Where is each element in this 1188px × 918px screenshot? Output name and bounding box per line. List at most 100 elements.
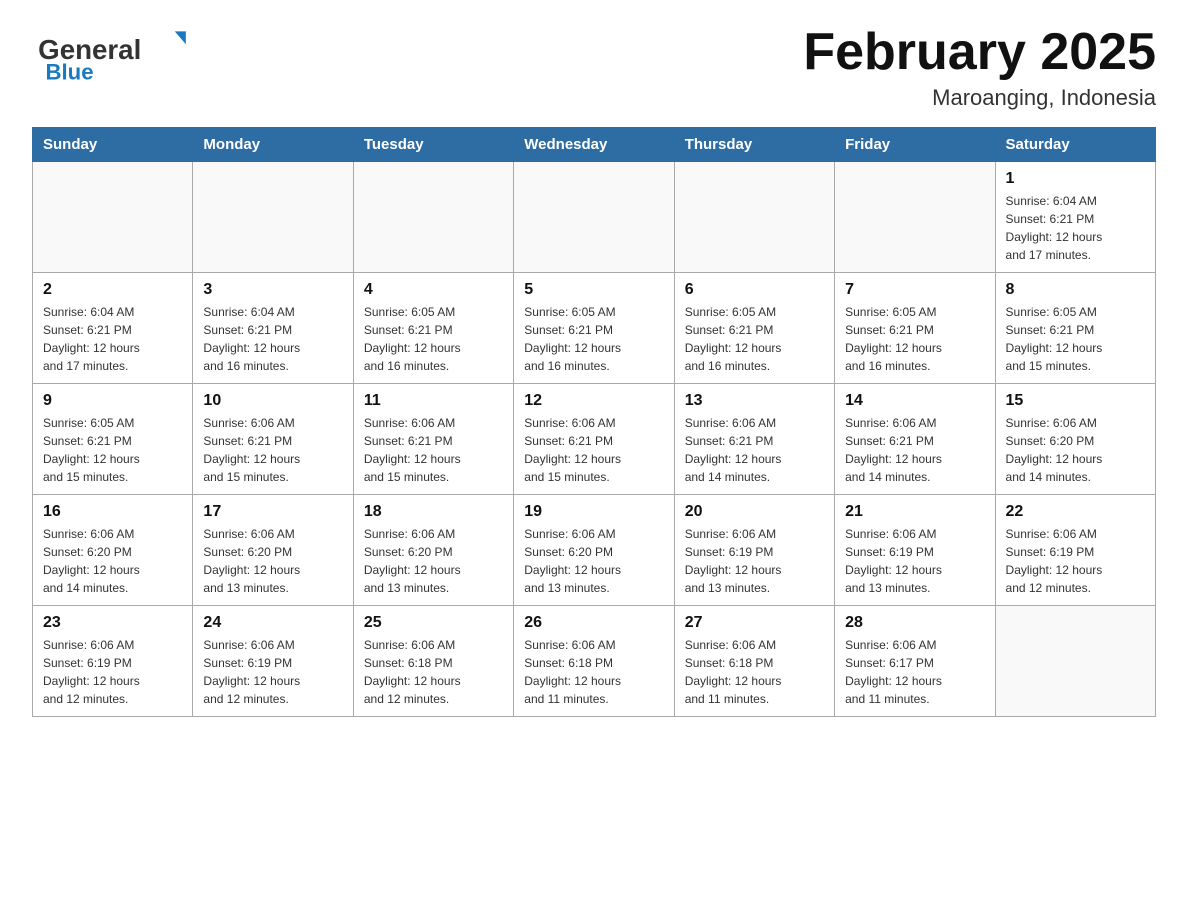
day-info: Sunrise: 6:06 AMSunset: 6:17 PMDaylight:… bbox=[845, 636, 984, 708]
day-number: 24 bbox=[203, 614, 342, 632]
day-number: 7 bbox=[845, 281, 984, 299]
table-row bbox=[353, 162, 513, 273]
day-info: Sunrise: 6:05 AMSunset: 6:21 PMDaylight:… bbox=[524, 303, 663, 375]
day-info: Sunrise: 6:06 AMSunset: 6:21 PMDaylight:… bbox=[203, 414, 342, 486]
table-row: 7 Sunrise: 6:05 AMSunset: 6:21 PMDaylight… bbox=[835, 273, 995, 384]
day-number: 22 bbox=[1006, 503, 1145, 521]
table-row: 22 Sunrise: 6:06 AMSunset: 6:19 PMDayligh… bbox=[995, 495, 1155, 606]
table-row bbox=[674, 162, 834, 273]
table-row: 13 Sunrise: 6:06 AMSunset: 6:21 PMDayligh… bbox=[674, 384, 834, 495]
day-info: Sunrise: 6:06 AMSunset: 6:20 PMDaylight:… bbox=[1006, 414, 1145, 486]
day-info: Sunrise: 6:06 AMSunset: 6:19 PMDaylight:… bbox=[203, 636, 342, 708]
day-number: 3 bbox=[203, 281, 342, 299]
table-row: 19Sunrise: 6:06 AMSunset: 6:20 PMDayligh… bbox=[514, 495, 674, 606]
day-number: 18 bbox=[364, 503, 503, 521]
day-info: Sunrise: 6:05 AMSunset: 6:21 PMDaylight:… bbox=[1006, 303, 1145, 375]
day-info: Sunrise: 6:06 AMSunset: 6:21 PMDaylight:… bbox=[524, 414, 663, 486]
table-row: 27Sunrise: 6:06 AMSunset: 6:18 PMDayligh… bbox=[674, 606, 834, 717]
table-row: 2Sunrise: 6:04 AMSunset: 6:21 PMDaylight… bbox=[33, 273, 193, 384]
day-info: Sunrise: 6:06 AMSunset: 6:21 PMDaylight:… bbox=[845, 414, 984, 486]
table-row: 15 Sunrise: 6:06 AMSunset: 6:20 PMDayligh… bbox=[995, 384, 1155, 495]
day-number: 10 bbox=[203, 392, 342, 410]
day-number: 15 bbox=[1006, 392, 1145, 410]
day-number: 9 bbox=[43, 392, 182, 410]
calendar-table: Sunday Monday Tuesday Wednesday Thursday… bbox=[32, 127, 1156, 717]
day-number: 25 bbox=[364, 614, 503, 632]
header-wednesday: Wednesday bbox=[514, 128, 674, 162]
table-row: 16 Sunrise: 6:06 AMSunset: 6:20 PMDayligh… bbox=[33, 495, 193, 606]
day-info: Sunrise: 6:06 AMSunset: 6:18 PMDaylight:… bbox=[364, 636, 503, 708]
table-row: 5 Sunrise: 6:05 AMSunset: 6:21 PMDaylight… bbox=[514, 273, 674, 384]
calendar-week-2: 9 Sunrise: 6:05 AMSunset: 6:21 PMDaylight… bbox=[33, 384, 1156, 495]
table-row bbox=[193, 162, 353, 273]
day-info: Sunrise: 6:04 AMSunset: 6:21 PMDaylight:… bbox=[1006, 192, 1145, 264]
calendar-subtitle: Maroanging, Indonesia bbox=[803, 85, 1156, 111]
day-info: Sunrise: 6:06 AMSunset: 6:19 PMDaylight:… bbox=[685, 525, 824, 597]
day-number: 1 bbox=[1006, 170, 1145, 188]
day-info: Sunrise: 6:06 AMSunset: 6:21 PMDaylight:… bbox=[364, 414, 503, 486]
svg-text:Blue: Blue bbox=[46, 59, 94, 84]
day-info: Sunrise: 6:05 AMSunset: 6:21 PMDaylight:… bbox=[364, 303, 503, 375]
table-row: 4 Sunrise: 6:05 AMSunset: 6:21 PMDaylight… bbox=[353, 273, 513, 384]
day-number: 14 bbox=[845, 392, 984, 410]
day-info: Sunrise: 6:06 AMSunset: 6:20 PMDaylight:… bbox=[43, 525, 182, 597]
table-row: 12 Sunrise: 6:06 AMSunset: 6:21 PMDayligh… bbox=[514, 384, 674, 495]
table-row: 25 Sunrise: 6:06 AMSunset: 6:18 PMDayligh… bbox=[353, 606, 513, 717]
day-number: 8 bbox=[1006, 281, 1145, 299]
title-block: February 2025 Maroanging, Indonesia bbox=[803, 24, 1156, 111]
day-info: Sunrise: 6:06 AMSunset: 6:20 PMDaylight:… bbox=[203, 525, 342, 597]
table-row: 10 Sunrise: 6:06 AMSunset: 6:21 PMDayligh… bbox=[193, 384, 353, 495]
table-row: 20 Sunrise: 6:06 AMSunset: 6:19 PMDayligh… bbox=[674, 495, 834, 606]
weekday-header-row: Sunday Monday Tuesday Wednesday Thursday… bbox=[33, 128, 1156, 162]
day-number: 4 bbox=[364, 281, 503, 299]
day-number: 13 bbox=[685, 392, 824, 410]
header-sunday: Sunday bbox=[33, 128, 193, 162]
day-info: Sunrise: 6:05 AMSunset: 6:21 PMDaylight:… bbox=[685, 303, 824, 375]
table-row: 3 Sunrise: 6:04 AMSunset: 6:21 PMDaylight… bbox=[193, 273, 353, 384]
table-row: 24 Sunrise: 6:06 AMSunset: 6:19 PMDayligh… bbox=[193, 606, 353, 717]
table-row: 21 Sunrise: 6:06 AMSunset: 6:19 PMDayligh… bbox=[835, 495, 995, 606]
day-info: Sunrise: 6:06 AMSunset: 6:21 PMDaylight:… bbox=[685, 414, 824, 486]
day-info: Sunrise: 6:06 AMSunset: 6:19 PMDaylight:… bbox=[1006, 525, 1145, 597]
table-row: 8 Sunrise: 6:05 AMSunset: 6:21 PMDaylight… bbox=[995, 273, 1155, 384]
header-tuesday: Tuesday bbox=[353, 128, 513, 162]
day-number: 5 bbox=[524, 281, 663, 299]
day-number: 12 bbox=[524, 392, 663, 410]
header-saturday: Saturday bbox=[995, 128, 1155, 162]
table-row: 28 Sunrise: 6:06 AMSunset: 6:17 PMDayligh… bbox=[835, 606, 995, 717]
day-info: Sunrise: 6:05 AMSunset: 6:21 PMDaylight:… bbox=[43, 414, 182, 486]
day-info: Sunrise: 6:06 AMSunset: 6:20 PMDaylight:… bbox=[364, 525, 503, 597]
day-number: 19 bbox=[524, 503, 663, 521]
day-number: 28 bbox=[845, 614, 984, 632]
day-number: 16 bbox=[43, 503, 182, 521]
day-number: 20 bbox=[685, 503, 824, 521]
day-number: 6 bbox=[685, 281, 824, 299]
table-row bbox=[995, 606, 1155, 717]
day-info: Sunrise: 6:06 AMSunset: 6:19 PMDaylight:… bbox=[43, 636, 182, 708]
table-row: 1 Sunrise: 6:04 AMSunset: 6:21 PMDaylight… bbox=[995, 162, 1155, 273]
day-number: 11 bbox=[364, 392, 503, 410]
table-row bbox=[33, 162, 193, 273]
table-row: 11 Sunrise: 6:06 AMSunset: 6:21 PMDayligh… bbox=[353, 384, 513, 495]
header-thursday: Thursday bbox=[674, 128, 834, 162]
table-row bbox=[835, 162, 995, 273]
day-info: Sunrise: 6:05 AMSunset: 6:21 PMDaylight:… bbox=[845, 303, 984, 375]
day-number: 27 bbox=[685, 614, 824, 632]
day-number: 21 bbox=[845, 503, 984, 521]
calendar-week-1: 2Sunrise: 6:04 AMSunset: 6:21 PMDaylight… bbox=[33, 273, 1156, 384]
table-row: 6 Sunrise: 6:05 AMSunset: 6:21 PMDaylight… bbox=[674, 273, 834, 384]
table-row: 23 Sunrise: 6:06 AMSunset: 6:19 PMDayligh… bbox=[33, 606, 193, 717]
table-row: 17Sunrise: 6:06 AMSunset: 6:20 PMDayligh… bbox=[193, 495, 353, 606]
calendar-week-0: 1 Sunrise: 6:04 AMSunset: 6:21 PMDaylight… bbox=[33, 162, 1156, 273]
table-row: 9 Sunrise: 6:05 AMSunset: 6:21 PMDaylight… bbox=[33, 384, 193, 495]
day-info: Sunrise: 6:04 AMSunset: 6:21 PMDaylight:… bbox=[203, 303, 342, 375]
day-info: Sunrise: 6:06 AMSunset: 6:18 PMDaylight:… bbox=[524, 636, 663, 708]
day-info: Sunrise: 6:04 AMSunset: 6:21 PMDaylight:… bbox=[43, 303, 182, 375]
table-row: 18 Sunrise: 6:06 AMSunset: 6:20 PMDayligh… bbox=[353, 495, 513, 606]
page-header: General Blue February 2025 Maroanging, I… bbox=[32, 24, 1156, 111]
day-number: 23 bbox=[43, 614, 182, 632]
header-monday: Monday bbox=[193, 128, 353, 162]
calendar-week-4: 23 Sunrise: 6:06 AMSunset: 6:19 PMDayligh… bbox=[33, 606, 1156, 717]
day-info: Sunrise: 6:06 AMSunset: 6:19 PMDaylight:… bbox=[845, 525, 984, 597]
calendar-title: February 2025 bbox=[803, 24, 1156, 81]
